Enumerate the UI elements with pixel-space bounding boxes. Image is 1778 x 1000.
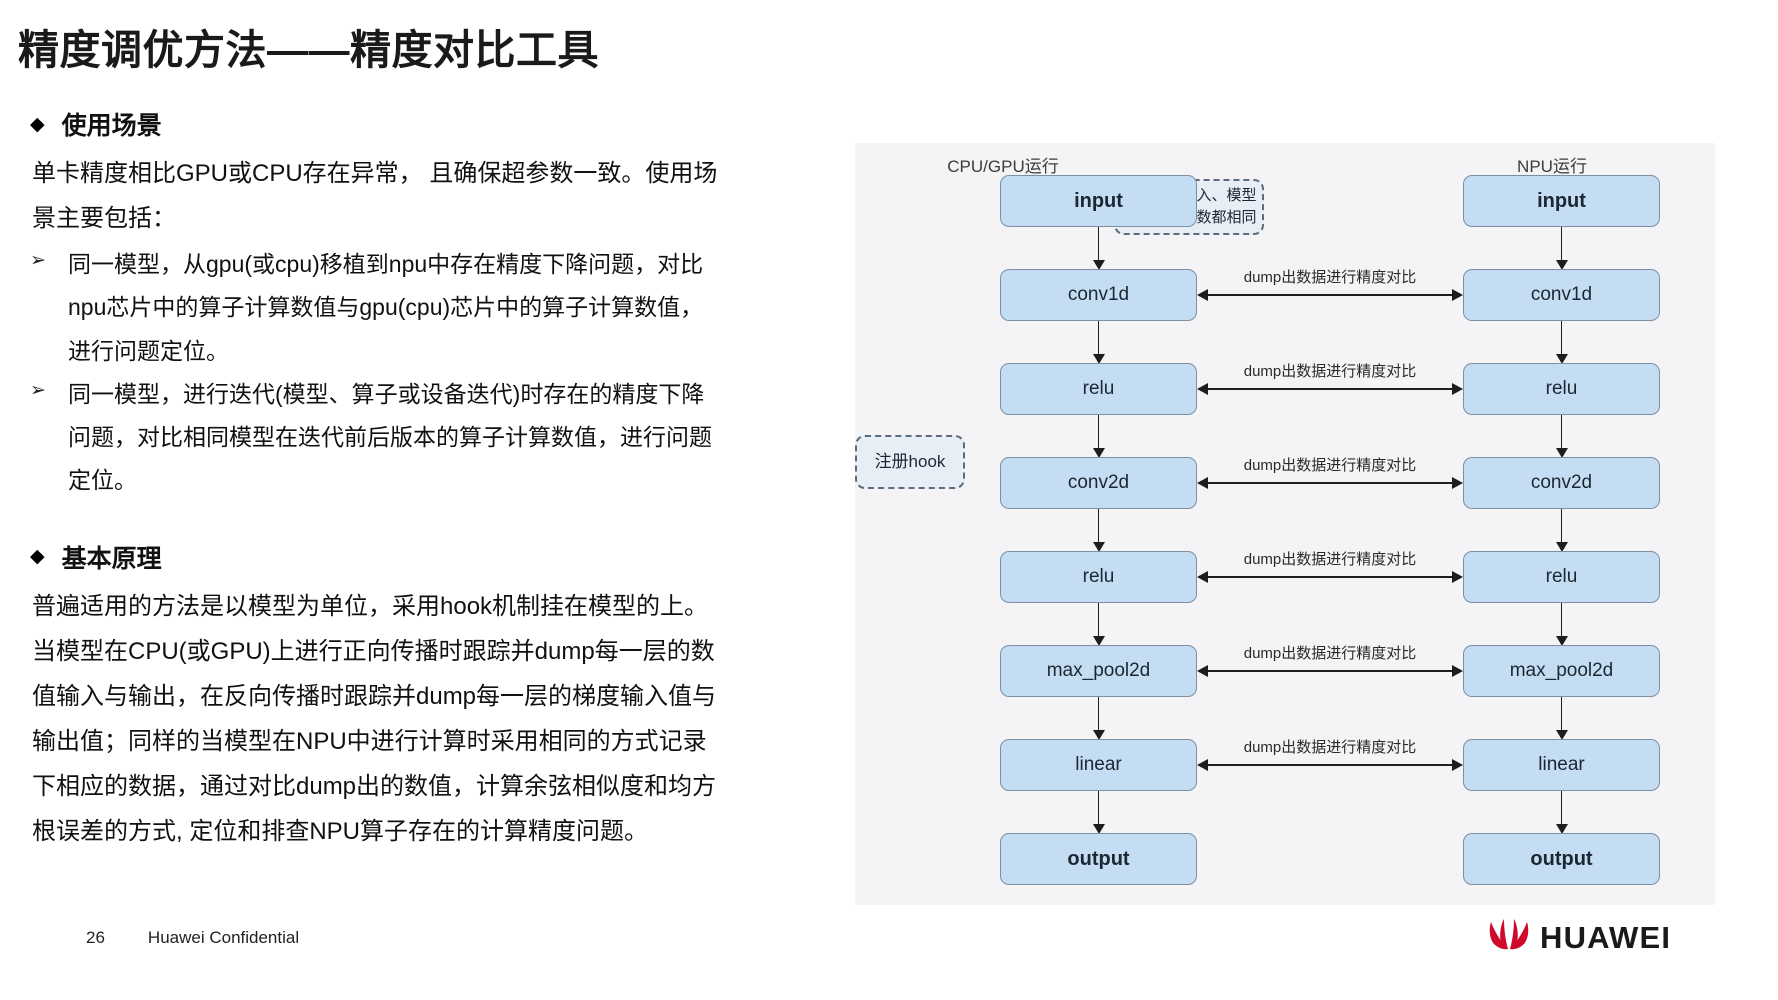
flow-arrow-line xyxy=(1097,791,1100,825)
diagram-node-right-conv2d: conv2d xyxy=(1463,457,1660,509)
arrow-bullet-icon: ➢ xyxy=(30,379,46,401)
diagram-node-left-output: output xyxy=(1000,833,1197,885)
compare-arrow-head-right xyxy=(1452,759,1463,771)
section-heading-usage: ◆ 使用场景 xyxy=(30,106,840,142)
diagram-node-right-linear: linear xyxy=(1463,739,1660,791)
node-label: output xyxy=(1530,847,1593,870)
compare-arrow-head-right xyxy=(1452,665,1463,677)
diagram-node-right-output: output xyxy=(1463,833,1660,885)
node-label: input xyxy=(1537,189,1586,212)
principle-paragraph: 普遍适用的方法是以模型为单位，采用hook机制挂在模型的上。当模型在CPU(或G… xyxy=(32,592,717,846)
huawei-flower-icon xyxy=(1487,918,1531,957)
node-label: relu xyxy=(1082,378,1115,399)
list-item: ➢ 同一模型，进行迭代(模型、算子或设备迭代)时存在的精度下降问题，对比相同模型… xyxy=(30,373,840,503)
diagram-node-right-relu: relu xyxy=(1463,551,1660,603)
flow-arrow-line xyxy=(1560,227,1563,261)
dump-compare-label: dump出数据进行精度对比 xyxy=(1243,363,1417,380)
flow-arrow-line xyxy=(1560,509,1563,543)
diagram-node-right-max-pool2d: max_pool2d xyxy=(1463,645,1660,697)
dump-compare-label: dump出数据进行精度对比 xyxy=(1243,645,1417,662)
node-label: linear xyxy=(1075,754,1122,775)
flow-arrow-line xyxy=(1097,603,1100,637)
node-label: max_pool2d xyxy=(1046,660,1151,681)
usage-intro-paragraph: 单卡精度相比GPU或CPU存在异常， 且确保超参数一致。使用场景主要包括： xyxy=(32,160,718,233)
flow-arrow-line xyxy=(1097,321,1100,355)
diamond-bullet-icon: ◆ xyxy=(30,546,45,568)
compare-arrow-line xyxy=(1206,576,1454,578)
compare-arrow-head-right xyxy=(1452,477,1463,489)
diagram-node-right-relu: relu xyxy=(1463,363,1660,415)
dump-compare-label: dump出数据进行精度对比 xyxy=(1243,457,1417,474)
list-item-text: 同一模型，进行迭代(模型、算子或设备迭代)时存在的精度下降问题，对比相同模型在迭… xyxy=(68,380,712,494)
diagram-left-column-title: CPU/GPU运行 xyxy=(947,157,1059,176)
dump-compare-label: dump出数据进行精度对比 xyxy=(1243,739,1417,756)
node-label: relu xyxy=(1082,566,1115,587)
list-item: ➢ 同一模型，从gpu(或cpu)移植到npu中存在精度下降问题，对比npu芯片… xyxy=(30,243,840,373)
compare-arrow-line xyxy=(1206,482,1454,484)
node-label: relu xyxy=(1545,566,1578,587)
flow-arrow-line xyxy=(1097,415,1100,449)
node-label: relu xyxy=(1545,378,1578,399)
page-number: 26 xyxy=(86,928,105,947)
diagram-node-right-input: input xyxy=(1463,175,1660,227)
compare-arrow-head-left xyxy=(1197,665,1208,677)
compare-arrow-line xyxy=(1206,764,1454,766)
compare-arrow-head-right xyxy=(1452,289,1463,301)
compare-arrow-line xyxy=(1206,388,1454,390)
compare-arrow-head-right xyxy=(1452,383,1463,395)
section-heading-principle: ◆ 基本原理 xyxy=(30,539,840,575)
left-text-column: ◆ 使用场景 单卡精度相比GPU或CPU存在异常， 且确保超参数一致。使用场景主… xyxy=(30,106,840,854)
diagram-node-left-relu: relu xyxy=(1000,363,1197,415)
flow-arrow-line xyxy=(1560,321,1563,355)
usage-scenario-list: ➢ 同一模型，从gpu(或cpu)移植到npu中存在精度下降问题，对比npu芯片… xyxy=(30,243,840,502)
node-label: linear xyxy=(1538,754,1585,775)
huawei-wordmark: HUAWEI xyxy=(1540,919,1672,955)
node-label: conv1d xyxy=(1530,284,1593,305)
node-label: conv1d xyxy=(1067,284,1130,305)
compare-arrow-head-left xyxy=(1197,289,1208,301)
compare-arrow-line xyxy=(1206,294,1454,296)
huawei-logo: HUAWEI xyxy=(1487,918,1671,957)
diagram-node-left-input: input xyxy=(1000,175,1197,227)
diagram-node-left-linear: linear xyxy=(1000,739,1197,791)
compare-arrow-head-left xyxy=(1197,571,1208,583)
compare-arrow-head-left xyxy=(1197,477,1208,489)
flow-arrow-line xyxy=(1560,791,1563,825)
register-hook-box: 注册hook xyxy=(855,435,965,489)
section-heading-principle-label: 基本原理 xyxy=(61,544,162,573)
flow-arrow-line xyxy=(1097,509,1100,543)
flow-arrow-line xyxy=(1560,603,1563,637)
diagram-node-left-conv2d: conv2d xyxy=(1000,457,1197,509)
dump-compare-label: dump出数据进行精度对比 xyxy=(1243,269,1417,286)
confidential-label: Huawei Confidential xyxy=(147,928,300,947)
diagram-node-left-max-pool2d: max_pool2d xyxy=(1000,645,1197,697)
compare-arrow-head-right xyxy=(1452,571,1463,583)
compare-arrow-head-left xyxy=(1197,383,1208,395)
flow-arrow-line xyxy=(1097,697,1100,731)
diagram-node-right-conv1d: conv1d xyxy=(1463,269,1660,321)
node-label: output xyxy=(1067,847,1130,870)
dump-compare-label: dump出数据进行精度对比 xyxy=(1243,551,1417,568)
compare-arrow-head-left xyxy=(1197,759,1208,771)
node-label: conv2d xyxy=(1067,472,1130,493)
diagram-node-left-relu: relu xyxy=(1000,551,1197,603)
compare-arrow-line xyxy=(1206,670,1454,672)
flow-arrow-line xyxy=(1560,697,1563,731)
flow-arrow-line xyxy=(1560,415,1563,449)
flow-arrow-line xyxy=(1097,227,1100,261)
diagram-right-column-title: NPU运行 xyxy=(1517,157,1587,176)
section-heading-usage-label: 使用场景 xyxy=(61,112,162,140)
page-title: 精度调优方法——精度对比工具 xyxy=(18,27,599,73)
arrow-bullet-icon: ➢ xyxy=(30,250,46,272)
node-label: input xyxy=(1074,189,1123,212)
architecture-diagram: CPU/GPU运行 NPU运行 控制模型输入、模型 参数和超参数都相同 注册ho… xyxy=(855,143,1715,905)
node-label: conv2d xyxy=(1530,472,1593,493)
list-item-text: 同一模型，从gpu(或cpu)移植到npu中存在精度下降问题，对比npu芯片中的… xyxy=(68,251,704,364)
diamond-bullet-icon: ◆ xyxy=(30,113,45,135)
diagram-node-left-conv1d: conv1d xyxy=(1000,269,1197,321)
slide-footer: 26 Huawei Confidential xyxy=(86,928,299,948)
node-label: max_pool2d xyxy=(1509,660,1614,681)
